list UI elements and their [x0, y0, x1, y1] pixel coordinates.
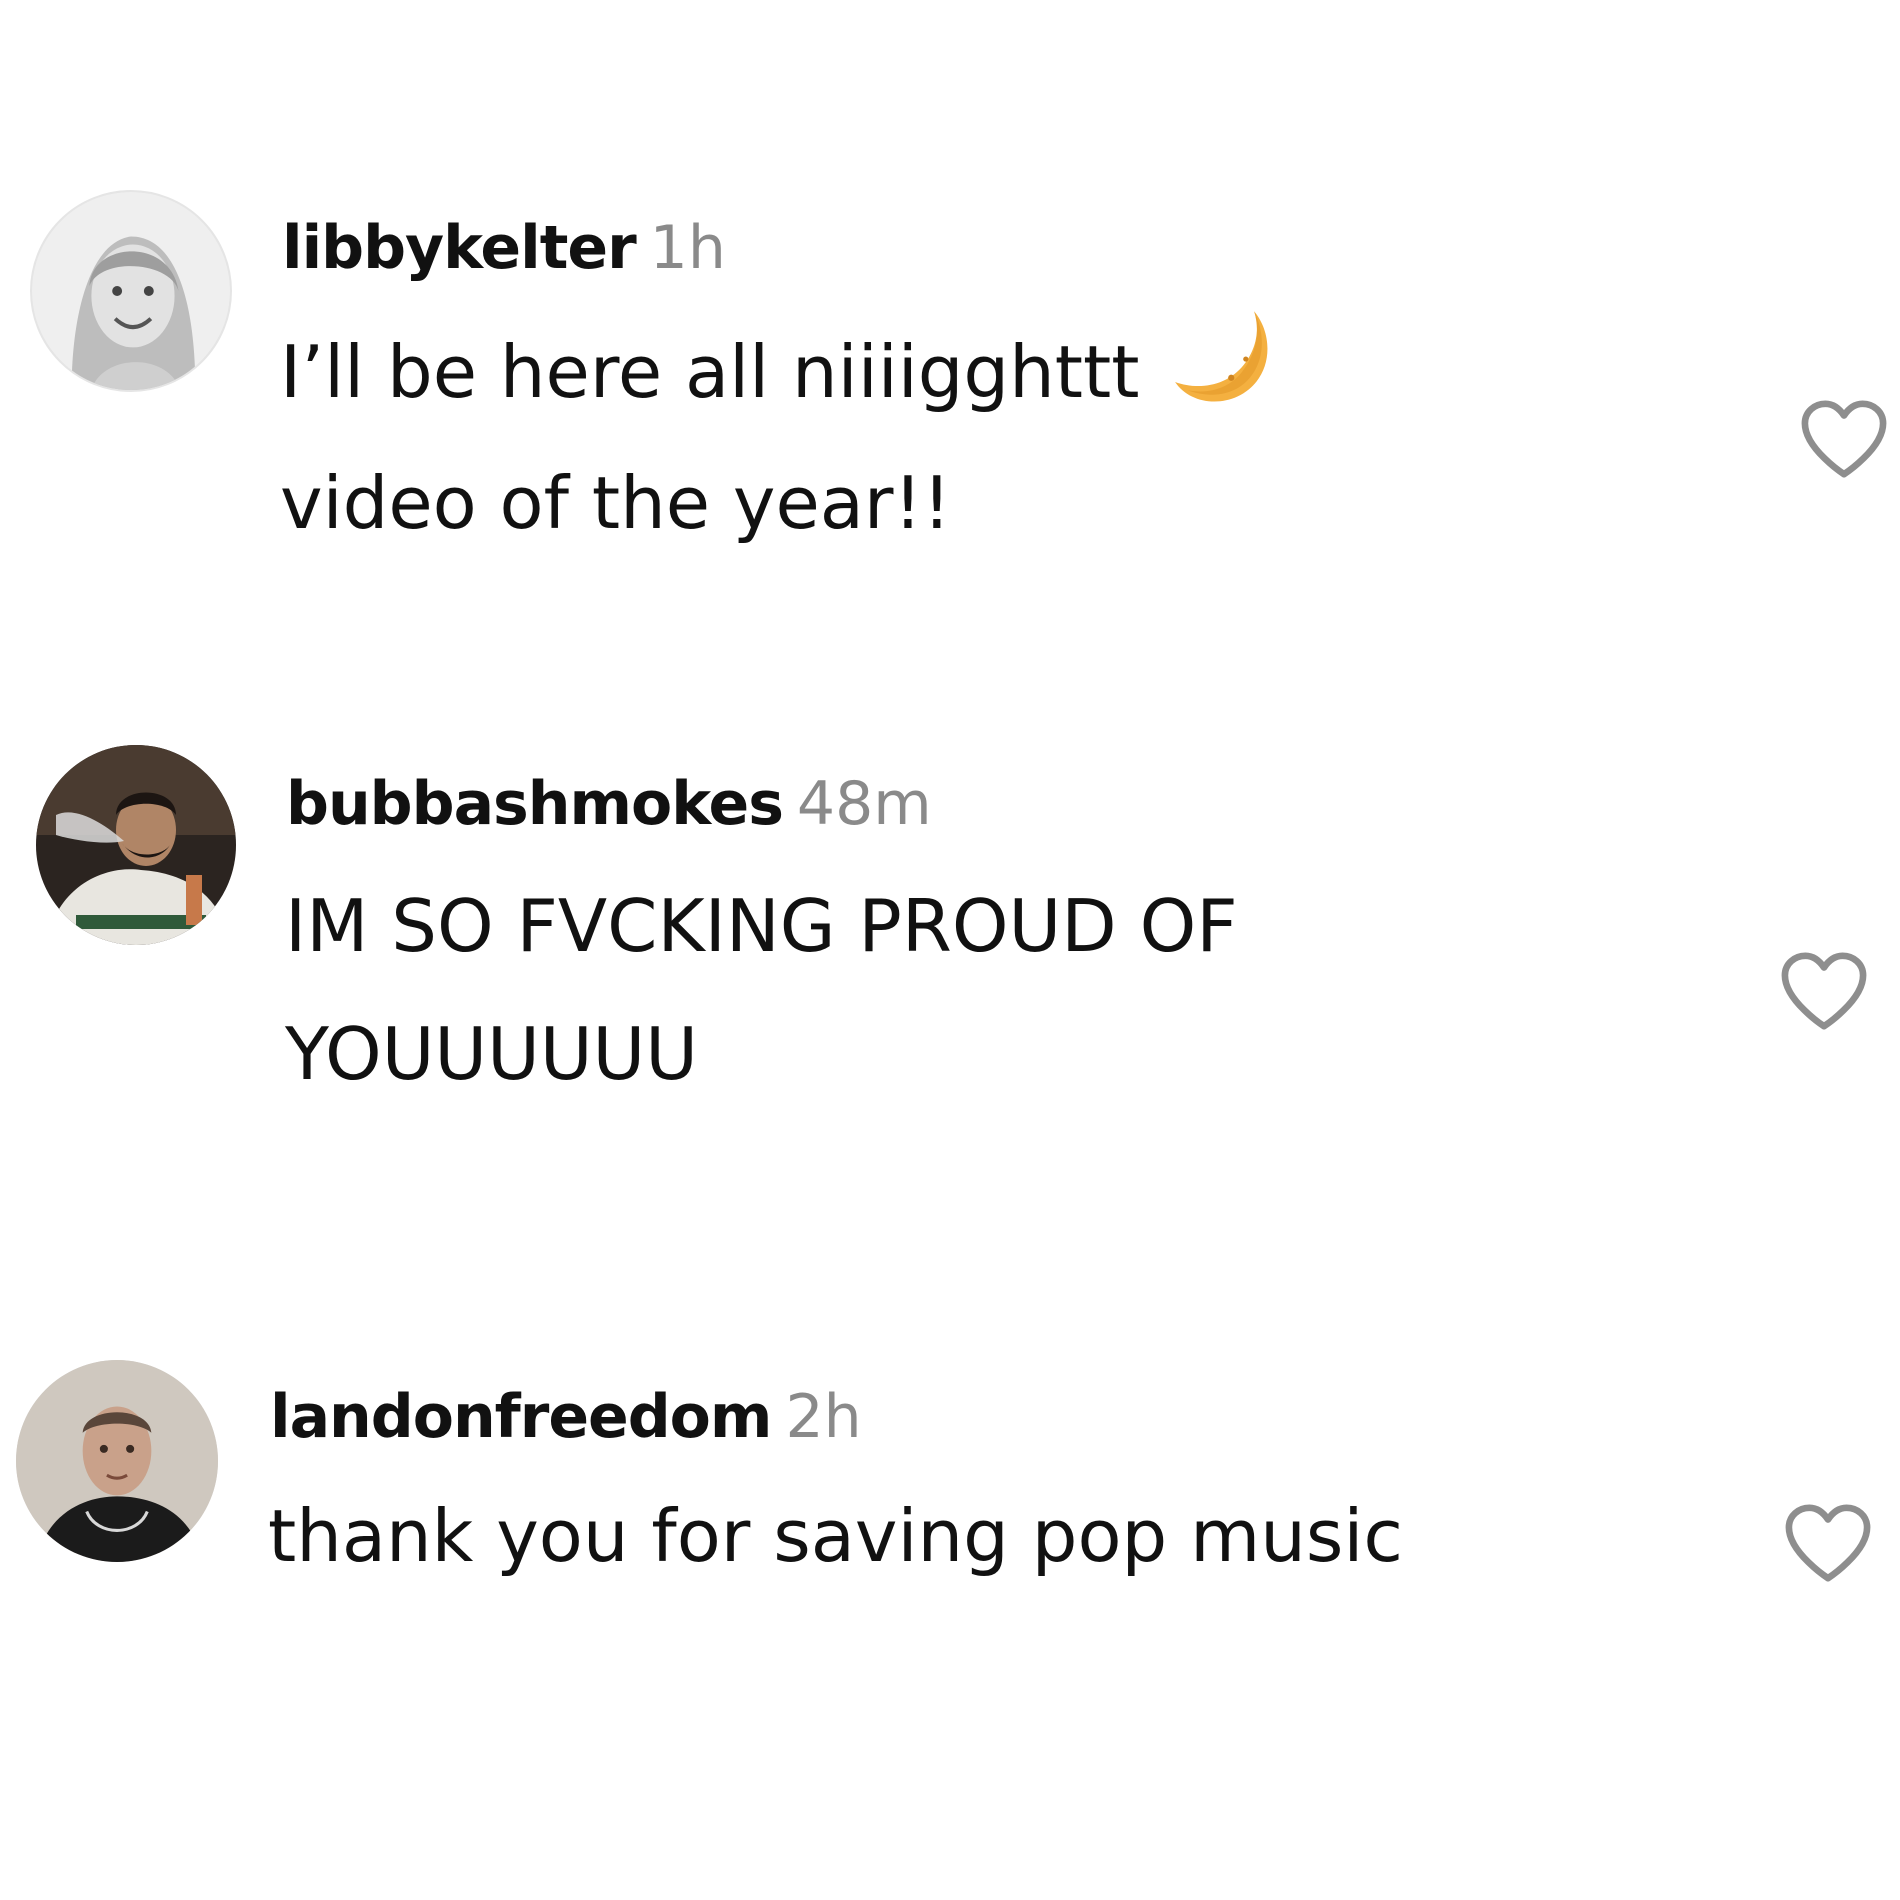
- comment-text-line: IM SO FVCKING PROUD OF: [285, 884, 1238, 968]
- crescent-moon-icon: [1173, 305, 1277, 420]
- comment-header: landonfreedom 2h: [270, 1387, 862, 1447]
- heart-outline-icon[interactable]: [1780, 1500, 1876, 1586]
- username-link[interactable]: libbykelter: [282, 213, 637, 283]
- avatar[interactable]: [16, 1360, 218, 1562]
- comment-text: I’ll be here all niiiigghttt: [280, 330, 1140, 415]
- avatar[interactable]: [30, 190, 232, 392]
- timestamp: 1h: [649, 213, 726, 283]
- comment-header: bubbashmokes 48m: [286, 774, 932, 834]
- comment-text-line: YOUUUUUU: [285, 1012, 698, 1096]
- username-link[interactable]: landonfreedom: [270, 1382, 772, 1452]
- timestamp: 2h: [785, 1382, 862, 1452]
- comment-text-line: thank you for saving pop music: [268, 1494, 1403, 1578]
- comment-text-line: I’ll be here all niiiigghttt: [280, 311, 1277, 420]
- timestamp: 48m: [796, 769, 932, 839]
- comment-text-line: video of the year!!: [280, 461, 952, 545]
- heart-outline-icon[interactable]: [1776, 948, 1872, 1034]
- comment-header: libbykelter 1h: [282, 218, 726, 278]
- heart-outline-icon[interactable]: [1796, 396, 1892, 482]
- username-link[interactable]: bubbashmokes: [286, 769, 784, 839]
- avatar[interactable]: [36, 745, 236, 945]
